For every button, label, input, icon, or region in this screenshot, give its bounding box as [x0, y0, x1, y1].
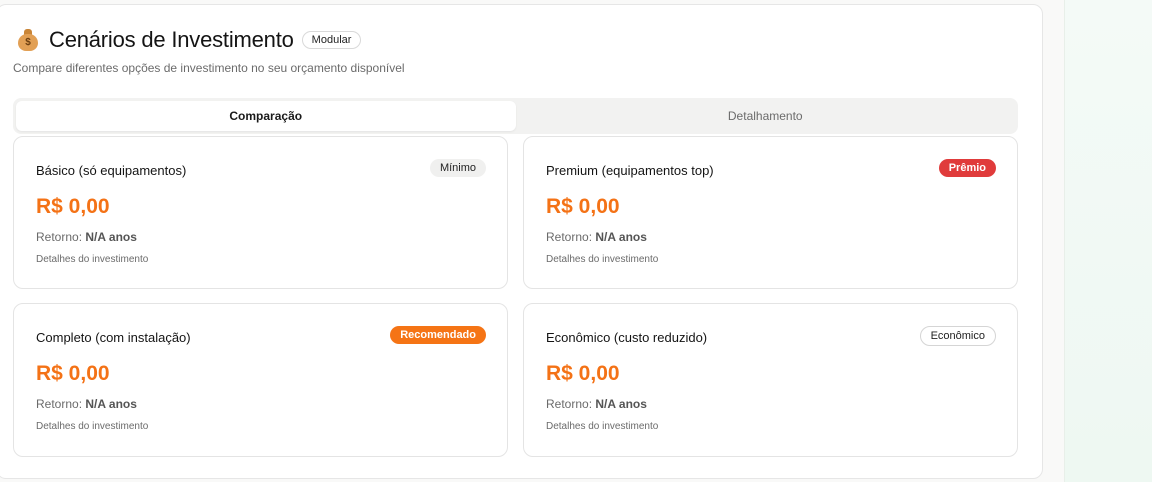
modular-badge: Modular — [301, 31, 362, 49]
scenario-card-basico[interactable]: Básico (só equipamentos) Mínimo R$ 0,00 … — [13, 136, 508, 289]
scenario-details: Detalhes do investimento — [36, 254, 149, 265]
scenario-card-economico[interactable]: Econômico (custo reduzido) Econômico R$ … — [523, 303, 1018, 457]
scenario-price: R$ 0,00 — [546, 362, 620, 385]
scenario-name: Completo (com instalação) — [36, 330, 191, 345]
scenario-price: R$ 0,00 — [36, 195, 110, 218]
scenario-tag: Econômico — [919, 326, 996, 346]
view-tabs: Comparação Detalhamento — [13, 98, 1018, 134]
page-title: Cenários de Investimento — [49, 27, 294, 52]
investment-scenarios-card: $ Cenários de Investimento Modular Compa… — [0, 4, 1043, 479]
money-bag-icon: $ — [17, 28, 39, 52]
scenario-details: Detalhes do investimento — [36, 421, 149, 432]
scenario-details: Detalhes do investimento — [546, 421, 659, 432]
scenario-return: Retorno: N/A anos — [36, 397, 137, 411]
card-header: $ Cenários de Investimento Modular — [17, 27, 362, 53]
scenario-return: Retorno: N/A anos — [546, 397, 647, 411]
scenario-tag: Recomendado — [390, 326, 486, 344]
scenario-details: Detalhes do investimento — [546, 254, 659, 265]
tab-comparacao[interactable]: Comparação — [16, 101, 516, 131]
scenario-return: Retorno: N/A anos — [546, 230, 647, 244]
right-side-panel — [1064, 0, 1152, 482]
scenario-tag: Mínimo — [429, 159, 486, 177]
scenario-card-premium[interactable]: Premium (equipamentos top) Prêmio R$ 0,0… — [523, 136, 1018, 289]
tab-detalhamento[interactable]: Detalhamento — [516, 101, 1016, 131]
scenario-tag: Prêmio — [938, 159, 996, 177]
scenario-card-completo[interactable]: Completo (com instalação) Recomendado R$… — [13, 303, 508, 457]
scenario-name: Econômico (custo reduzido) — [546, 330, 708, 345]
scenario-price: R$ 0,00 — [546, 195, 620, 218]
scenario-return: Retorno: N/A anos — [36, 230, 137, 244]
page-subtitle: Compare diferentes opções de investiment… — [13, 61, 405, 75]
scenario-price: R$ 0,00 — [36, 362, 110, 385]
scenario-name: Premium (equipamentos top) — [546, 163, 714, 178]
scenario-name: Básico (só equipamentos) — [36, 163, 187, 178]
